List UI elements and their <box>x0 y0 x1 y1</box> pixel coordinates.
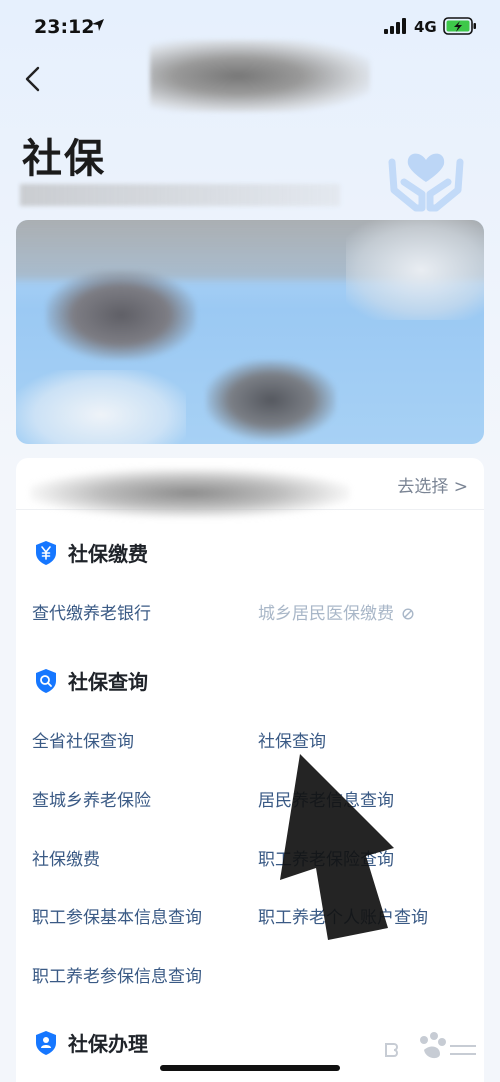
redacted-header-area <box>150 40 370 112</box>
section-title-payment: 社保缴费 <box>34 538 148 567</box>
services-card: 去选择 > 社保缴费 查代缴养老银行 城乡居民医保缴费 社保查询 全省社保查询 … <box>16 458 484 1082</box>
section-title-handle: 社保办理 <box>34 1028 148 1057</box>
link-social-security-payment[interactable]: 社保缴费 <box>32 845 100 870</box>
link-province-query[interactable]: 全省社保查询 <box>32 727 134 752</box>
link-rural-medical-payment[interactable]: 城乡居民医保缴费 <box>258 599 414 624</box>
link-rural-medical-payment-label: 城乡居民医保缴费 <box>258 604 394 624</box>
person-shield-icon <box>36 1030 56 1055</box>
section-title-handle-text: 社保办理 <box>68 1032 148 1056</box>
watermark-logo-icon <box>385 1032 476 1059</box>
redacted-subtitle <box>20 184 340 206</box>
section-title-query: 社保查询 <box>34 666 148 695</box>
home-indicator[interactable] <box>160 1065 340 1071</box>
disabled-icon <box>402 608 414 620</box>
redacted-banner-bottom-left <box>16 370 186 444</box>
annotation-arrow <box>280 754 394 940</box>
redacted-banner-text-2 <box>206 360 336 440</box>
battery-charging-icon <box>443 17 476 35</box>
yuan-shield-icon <box>36 540 56 565</box>
section-title-query-text: 社保查询 <box>68 670 148 694</box>
network-type: 4G <box>414 18 437 36</box>
section-title-payment-text: 社保缴费 <box>68 542 148 566</box>
signal-icon <box>384 18 406 34</box>
link-social-security-query[interactable]: 社保查询 <box>258 727 326 752</box>
link-employee-pension-info[interactable]: 职工养老参保信息查询 <box>32 962 202 987</box>
banner-card[interactable] <box>16 220 484 444</box>
choose-location-link[interactable]: 去选择 > <box>397 472 468 497</box>
page-title: 社保 <box>22 136 106 182</box>
back-button[interactable] <box>20 62 50 96</box>
redacted-banner-text-1 <box>46 270 196 360</box>
link-employee-basic-info[interactable]: 职工参保基本信息查询 <box>32 903 202 928</box>
location-arrow-icon <box>92 19 104 31</box>
redacted-banner-right <box>346 220 484 320</box>
link-bank-pension[interactable]: 查代缴养老银行 <box>32 599 151 624</box>
link-rural-pension-query[interactable]: 查城乡养老保险 <box>32 786 151 811</box>
caring-hands-heart-icon <box>388 153 464 212</box>
redacted-location-text <box>30 468 350 518</box>
location-selector-row[interactable]: 去选择 > <box>16 458 484 518</box>
status-time: 23:12 <box>34 16 95 38</box>
search-shield-icon <box>36 668 56 693</box>
